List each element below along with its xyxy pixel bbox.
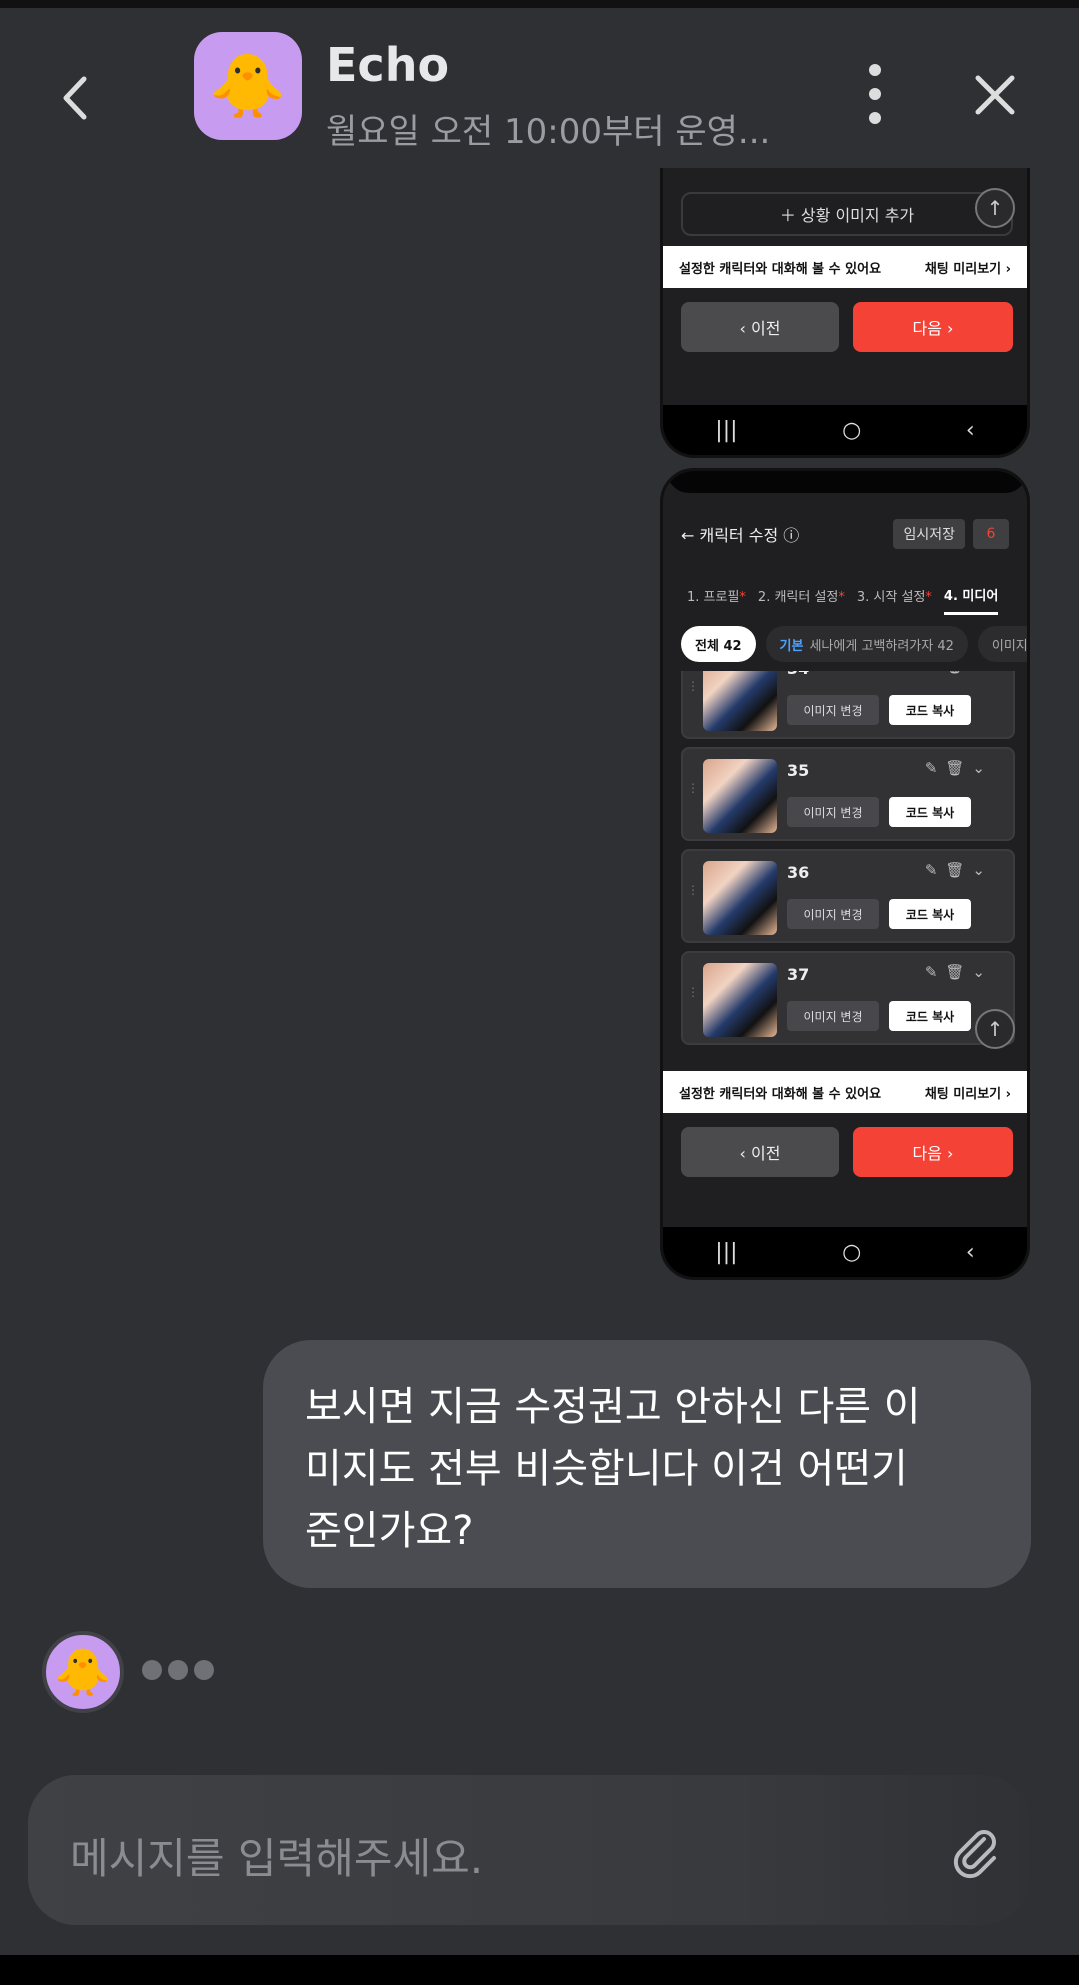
image-card: ⋮ 37 ✎🗑⌄ 이미지 변경 코드 복사 [681,951,1015,1045]
typing-dot [194,1660,214,1680]
prev-button: ‹ 이전 [681,1127,839,1177]
more-dot-icon [869,64,881,76]
paperclip-icon [953,1830,996,1879]
preview-link: 채팅 미리보기 › [924,261,1011,277]
card-action-icons: ✎🗑⌄ [924,963,993,981]
image-thumbnail [703,861,777,935]
drag-handle-icon: ⋮ [687,883,699,897]
tab-media: 4. 미디어 [943,585,999,615]
drag-handle-icon: ⋮ [687,679,699,693]
more-dot-icon [869,112,881,124]
bot-avatar-small[interactable]: 🐥 [42,1631,124,1713]
close-button[interactable] [970,70,1020,120]
add-situation-image-button: ＋ 상황 이미지 추가 [681,192,1013,236]
card-action-icons: ✎🗑⌄ [925,671,993,675]
tab-profile: 1. 프로필* [687,589,746,605]
scroll-up-icon: ↑ [975,188,1015,228]
preview-bar: 설정한 캐릭터와 대화해 볼 수 있어요 채팅 미리보기 › [663,1071,1027,1113]
chevron-left-icon [63,76,87,120]
back-icon: ‹ [965,1239,975,1265]
recent-apps-icon: ||| [715,417,738,443]
system-bottom-bar [0,1955,1079,1985]
phone-nav-bar: ||| ○ ‹ [663,405,1027,455]
filter-chips: 전체 42 기본 세나에게 고백하려가자 42 이미지 [681,626,1027,662]
image-thumbnail [703,759,777,833]
preview-hint: 설정한 캐릭터와 대화해 볼 수 있어요 [679,261,882,277]
chip-all: 전체 42 [681,626,756,662]
attached-screenshot-2[interactable]: ← 캐릭터 수정 ⓘ 임시저장 6 1. 프로필* 2. 캐릭터 설정* 3. … [660,468,1030,1280]
temp-save-count: 6 [973,519,1009,549]
chip-basic: 기본 세나에게 고백하려가자 42 [765,626,968,662]
image-list: ⋮ 34 ✎🗑⌄ 이미지 변경 코드 복사 ⋮ 35 ✎🗑⌄ 이미지 변경 코드… [681,671,1015,1071]
drag-handle-icon: ⋮ [687,781,699,795]
user-message-bubble[interactable]: 보시면 지금 수정권고 안하신 다른 이 미지도 전부 비슷합니다 이건 어떤기… [263,1340,1031,1588]
bot-avatar[interactable]: 🐥 [194,32,302,140]
temp-save-button: 임시저장 [893,519,965,549]
home-icon: ○ [842,1239,862,1265]
chat-title: Echo [326,38,450,92]
image-card: ⋮ 36 ✎🗑⌄ 이미지 변경 코드 복사 [681,849,1015,943]
card-action-icons: ✎🗑⌄ [924,759,993,777]
more-options-button[interactable] [860,64,890,124]
typing-dot [168,1660,188,1680]
prev-button: ‹ 이전 [681,302,839,352]
attached-screenshot-1[interactable]: ＋ 상황 이미지 추가 ↑ 설정한 캐릭터와 대화해 볼 수 있어요 채팅 미리… [660,168,1030,458]
preview-link: 채팅 미리보기 › [924,1086,1011,1102]
image-card: ⋮ 34 ✎🗑⌄ 이미지 변경 코드 복사 [681,671,1015,739]
tab-character: 2. 캐릭터 설정* [757,589,845,605]
preview-bar: 설정한 캐릭터와 대화해 볼 수 있어요 채팅 미리보기 › [663,246,1027,288]
chip-more: 이미지 [977,626,1027,662]
next-button: 다음 › [853,302,1013,352]
message-line: 보시면 지금 수정권고 안하신 다른 이 [305,1384,921,1430]
home-icon: ○ [842,417,862,443]
redaction-mark [667,471,1027,493]
image-thumbnail [703,963,777,1037]
back-icon: ‹ [965,417,975,443]
recent-apps-icon: ||| [715,1239,738,1265]
typing-indicator [142,1660,214,1680]
tab-start: 3. 시작 설정* [856,589,932,605]
chat-subtitle: 월요일 오전 10:00부터 운영... [326,112,771,152]
message-input[interactable]: 메시지를 입력해주세요. [70,1825,483,1886]
message-input-bar[interactable]: 메시지를 입력해주세요. [28,1775,1030,1925]
next-button: 다음 › [853,1127,1013,1177]
status-bar [0,0,1079,8]
attach-button[interactable] [948,1825,1002,1879]
image-card: ⋮ 35 ✎🗑⌄ 이미지 변경 코드 복사 [681,747,1015,841]
image-thumbnail [703,671,777,731]
typing-dot [142,1660,162,1680]
preview-hint: 설정한 캐릭터와 대화해 볼 수 있어요 [679,1086,882,1102]
message-line: 미지도 전부 비슷합니다 이건 어떤기 [305,1446,908,1492]
card-action-icons: ✎🗑⌄ [924,861,993,879]
drag-handle-icon: ⋮ [687,985,699,999]
step-tabs: 1. 프로필* 2. 캐릭터 설정* 3. 시작 설정* 4. 미디어 [663,573,1027,617]
back-button[interactable] [60,68,100,128]
phone-nav-bar: ||| ○ ‹ [663,1227,1027,1277]
close-icon [975,75,1015,115]
message-line: 준인가요? [305,1508,474,1554]
scroll-up-icon: ↑ [975,1009,1015,1049]
more-dot-icon [869,88,881,100]
chat-header: 🐥 Echo 월요일 오전 10:00부터 운영... [0,8,1079,168]
